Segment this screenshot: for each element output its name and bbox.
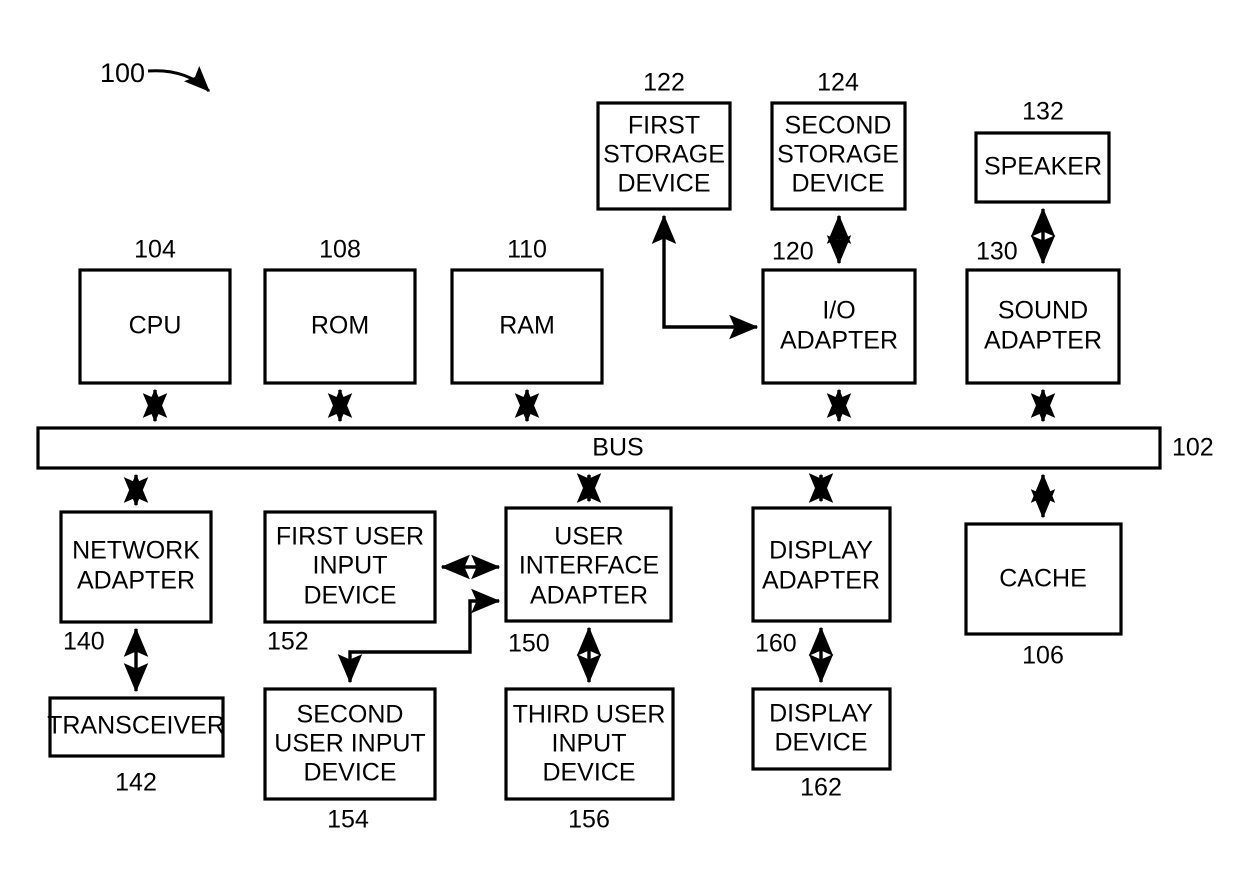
label-cache: CACHE <box>999 565 1087 593</box>
ref-number-162: 162 <box>800 774 842 802</box>
ref-number-132: 132 <box>1022 98 1064 126</box>
label-first-user-input-line3: DEVICE <box>303 582 396 610</box>
label-rom: ROM <box>311 312 369 340</box>
ref-number-120: 120 <box>772 238 814 266</box>
label-sound-adapter-line1: SOUND <box>998 297 1088 325</box>
label-first-storage-device-line1: FIRST <box>628 112 700 140</box>
label-display-device-line1: DISPLAY <box>769 700 873 728</box>
ref-number-108: 108 <box>319 236 361 264</box>
label-sound-adapter-line2: ADAPTER <box>984 327 1102 355</box>
connector-io-adapter-to-first-storage-device <box>651 214 759 340</box>
label-second-storage-device-line3: DEVICE <box>791 170 884 198</box>
label-first-storage-device-line3: DEVICE <box>617 170 710 198</box>
label-display-adapter-line2: ADAPTER <box>762 567 880 595</box>
label-third-user-input-line3: DEVICE <box>542 759 635 787</box>
ref-number-140: 140 <box>63 628 105 656</box>
label-third-user-input-line2: INPUT <box>552 730 627 758</box>
label-bus: BUS <box>592 434 643 462</box>
figure-number-pointer-arrow <box>147 65 211 93</box>
label-second-user-input-line1: SECOND <box>297 701 404 729</box>
label-transceiver: TRANSCEIVER <box>47 712 225 740</box>
patent-figure-diagram: 100 122 FIRST STORAGE DEVICE 124 SECOND … <box>0 0 1240 883</box>
label-user-interface-line1: USER <box>554 523 623 551</box>
label-second-user-input-line3: DEVICE <box>303 759 396 787</box>
ref-number-142: 142 <box>115 769 157 797</box>
label-io-adapter-line2: ADAPTER <box>780 327 898 355</box>
ref-number-150: 150 <box>508 630 550 658</box>
label-ram: RAM <box>499 312 555 340</box>
figure-number-label: 100 <box>100 58 145 88</box>
label-first-storage-device-line2: STORAGE <box>603 141 725 169</box>
label-second-user-input-line2: USER INPUT <box>274 730 425 758</box>
figure-canvas: 100 122 FIRST STORAGE DEVICE 124 SECOND … <box>36 58 1214 834</box>
label-first-user-input-line1: FIRST USER <box>276 523 424 551</box>
label-cpu: CPU <box>129 312 182 340</box>
label-second-storage-device-line1: SECOND <box>785 112 892 140</box>
label-first-user-input-line2: INPUT <box>313 552 388 580</box>
label-speaker: SPEAKER <box>984 153 1102 181</box>
ref-number-160: 160 <box>755 630 797 658</box>
ref-number-124: 124 <box>817 69 859 97</box>
ref-number-106: 106 <box>1022 642 1064 670</box>
ref-number-102: 102 <box>1172 434 1214 462</box>
label-user-interface-line2: INTERFACE <box>519 552 659 580</box>
label-network-adapter-line2: ADAPTER <box>77 567 195 595</box>
ref-number-130: 130 <box>976 238 1018 266</box>
label-third-user-input-line1: THIRD USER <box>513 701 666 729</box>
ref-number-152: 152 <box>267 628 309 656</box>
ref-number-104: 104 <box>134 236 176 264</box>
ref-number-110: 110 <box>507 236 547 264</box>
label-display-adapter-line1: DISPLAY <box>769 537 873 565</box>
label-io-adapter-line1: I/O <box>822 297 855 325</box>
ref-number-154: 154 <box>327 806 369 834</box>
label-display-device-line2: DEVICE <box>774 729 867 757</box>
label-user-interface-line3: ADAPTER <box>530 582 648 610</box>
ref-number-156: 156 <box>568 806 610 834</box>
label-second-storage-device-line2: STORAGE <box>777 141 899 169</box>
label-network-adapter-line1: NETWORK <box>72 537 200 565</box>
ref-number-122: 122 <box>643 69 685 97</box>
